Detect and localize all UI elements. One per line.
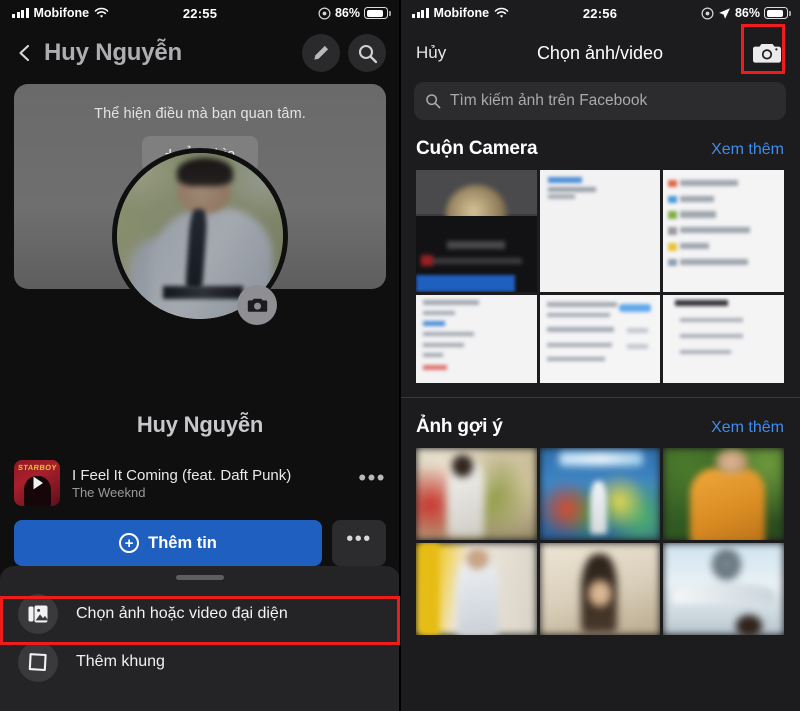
change-avatar-button[interactable] xyxy=(237,285,277,325)
screenshot-root: Mobifone 22:55 86% Huy Nguyễn Thể hiện đ… xyxy=(0,0,800,711)
song-title: I Feel It Coming (feat. Daft Punk) xyxy=(72,466,292,484)
camera-roll-thumb[interactable] xyxy=(663,295,784,383)
sheet-item-choose-profile-photo[interactable]: Chọn ảnh hoặc video đại diện xyxy=(0,590,400,638)
photo-stack-icon xyxy=(18,594,58,634)
status-bar-right-group: 86% xyxy=(318,6,391,20)
search-input[interactable]: Tìm kiếm ảnh trên Facebook xyxy=(414,82,786,120)
status-bar-right: Mobifone 22:56 86% xyxy=(400,0,800,26)
camera-roll-thumb[interactable] xyxy=(416,295,537,383)
section-title: Ảnh gợi ý xyxy=(416,416,503,437)
suggested-photos-grid xyxy=(400,448,800,635)
section-header-suggested: Ảnh gợi ý Xem thêm xyxy=(400,398,800,448)
pencil-icon xyxy=(314,45,329,60)
status-bar-right-group: 86% xyxy=(701,6,791,20)
see-more-suggested[interactable]: Xem thêm xyxy=(711,419,784,437)
camera-roll-thumb[interactable] xyxy=(663,170,784,292)
profile-search-button[interactable] xyxy=(348,34,386,72)
battery-percent-label: 86% xyxy=(734,6,760,20)
drag-handle[interactable] xyxy=(176,575,224,580)
camera-roll-grid xyxy=(400,170,800,383)
profile-music-row[interactable]: STARBOY I Feel It Coming (feat. Daft Pun… xyxy=(14,458,386,508)
suggested-photo-thumb[interactable] xyxy=(539,448,661,540)
sheet-item-label: Thêm khung xyxy=(76,653,165,670)
music-meta: I Feel It Coming (feat. Daft Punk) The W… xyxy=(72,467,346,500)
status-bar-left: Mobifone 22:55 86% xyxy=(0,0,400,26)
chevron-left-icon[interactable] xyxy=(14,42,36,64)
plus-circle-icon: + xyxy=(119,533,140,553)
page-title: Huy Nguyễn xyxy=(44,39,183,66)
frame-icon xyxy=(18,642,58,682)
section-title: Cuộn Camera xyxy=(416,138,538,159)
alarm-icon xyxy=(318,6,331,20)
song-artist: The Weeknd xyxy=(72,484,146,500)
battery-icon xyxy=(764,7,791,19)
suggested-photo-thumb[interactable] xyxy=(539,543,661,635)
play-icon[interactable] xyxy=(14,460,60,506)
suggested-photo-thumb[interactable] xyxy=(416,543,537,635)
search-icon xyxy=(426,94,441,109)
add-story-label: Thêm tin xyxy=(148,533,217,552)
suggested-photo-thumb[interactable] xyxy=(416,448,537,540)
facebook-profile-panel: Mobifone 22:55 86% Huy Nguyễn Thể hiện đ… xyxy=(0,0,400,711)
battery-percent-label: 86% xyxy=(334,6,360,20)
profile-cta-row: + Thêm tin ••• xyxy=(14,520,386,566)
picker-nav-bar: Hủy Chọn ảnh/video xyxy=(400,26,800,80)
search-icon xyxy=(358,44,377,63)
sheet-item-label: Chọn ảnh hoặc video đại diện xyxy=(76,605,288,622)
edit-profile-button[interactable] xyxy=(302,34,340,72)
cover-prompt-text: Thể hiện điều mà bạn quan tâm. xyxy=(94,106,306,122)
battery-icon xyxy=(364,7,391,19)
see-more-camera-roll[interactable]: Xem thêm xyxy=(711,141,784,159)
location-arrow-icon xyxy=(719,7,730,19)
search-placeholder: Tìm kiếm ảnh trên Facebook xyxy=(450,92,648,109)
camera-roll-thumb[interactable] xyxy=(539,170,661,292)
camera-roll-thumb[interactable] xyxy=(539,295,661,383)
photo-picker-panel: Mobifone 22:56 86% Hủy Chọn ảnh/video Tì… xyxy=(400,0,800,711)
profile-picture-action-sheet: Chọn ảnh hoặc video đại diện Thêm khung xyxy=(0,566,400,711)
music-overflow-button[interactable]: ••• xyxy=(358,467,386,493)
panel-divider xyxy=(399,0,401,711)
suggested-photo-thumb[interactable] xyxy=(663,448,784,540)
profile-nav-bar: Huy Nguyễn xyxy=(0,26,400,80)
camera-icon xyxy=(753,43,781,63)
add-story-button[interactable]: + Thêm tin xyxy=(14,520,322,566)
camera-roll-thumb[interactable] xyxy=(416,170,537,292)
section-header-camera-roll: Cuộn Camera Xem thêm xyxy=(400,120,800,170)
sheet-item-add-frame[interactable]: Thêm khung xyxy=(0,638,400,686)
suggested-photo-thumb[interactable] xyxy=(663,543,784,635)
profile-display-name: Huy Nguyễn xyxy=(136,412,264,437)
camera-icon xyxy=(247,298,267,312)
alarm-icon xyxy=(701,6,714,20)
profile-more-button[interactable]: ••• xyxy=(332,520,386,566)
picker-title: Chọn ảnh/video xyxy=(536,42,664,63)
open-camera-button[interactable] xyxy=(750,38,784,68)
album-art: STARBOY xyxy=(14,460,60,506)
